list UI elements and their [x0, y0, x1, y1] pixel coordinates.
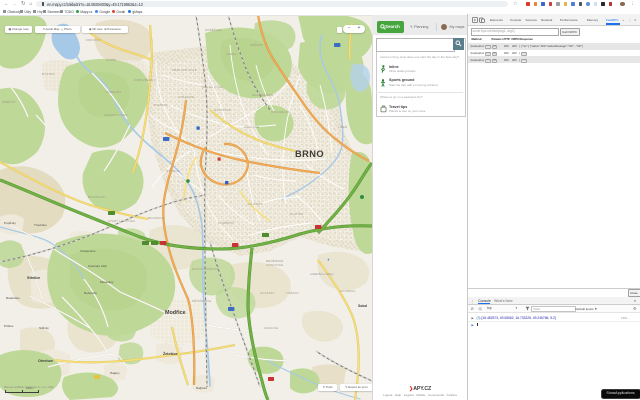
- svg-text:Moravany: Moravany: [100, 280, 114, 284]
- svg-text:KOMÁROV: KOMÁROV: [218, 221, 234, 225]
- svg-text:LESNÁ: LESNÁ: [226, 52, 236, 56]
- svg-text:SOBĚŠICE: SOBĚŠICE: [205, 27, 221, 32]
- svg-text:Ostopovice: Ostopovice: [80, 249, 96, 253]
- svg-text:KRÁLOVO POLE: KRÁLOVO POLE: [172, 68, 197, 72]
- svg-text:ŽIDENICE: ŽIDENICE: [244, 124, 259, 129]
- svg-text:Hajany: Hajany: [110, 371, 120, 375]
- svg-text:STRÁNICE: STRÁNICE: [178, 95, 194, 99]
- svg-text:ŠTÝŘICE: ŠTÝŘICE: [166, 168, 180, 173]
- svg-text:BOSONOHY: BOSONOHY: [88, 195, 106, 199]
- svg-text:STARÝ LÍSKOVEC: STARÝ LÍSKOVEC: [108, 219, 135, 223]
- svg-text:Modřice: Modřice: [165, 310, 186, 316]
- svg-text:Želešice: Želešice: [163, 351, 178, 356]
- svg-text:Nebovidy: Nebovidy: [84, 291, 97, 295]
- svg-text:BYSTRC: BYSTRC: [42, 72, 55, 76]
- svg-text:TUŘANY: TUŘANY: [286, 290, 299, 295]
- svg-text:CHRLICE: CHRLICE: [264, 326, 278, 330]
- svg-text:SLATINA: SLATINA: [290, 212, 303, 216]
- svg-text:HOLÁSKY: HOLÁSKY: [260, 291, 275, 295]
- svg-text:HUSOVICE: HUSOVICE: [214, 108, 231, 112]
- svg-text:PŘÍZŘENICE: PŘÍZŘENICE: [192, 298, 212, 303]
- svg-text:Prštice: Prštice: [4, 324, 14, 328]
- svg-text:Popůvky: Popůvky: [4, 221, 16, 225]
- svg-text:LÍŠEŇ: LÍŠEŇ: [338, 124, 347, 129]
- svg-text:OBŘANY: OBŘANY: [250, 42, 263, 47]
- svg-text:ŽEBĚTÍN: ŽEBĚTÍN: [2, 99, 16, 104]
- svg-text:ČERNÁ POLE: ČERNÁ POLE: [202, 84, 223, 89]
- svg-text:Střelice: Střelice: [27, 276, 40, 280]
- svg-text:Radostice: Radostice: [6, 296, 20, 300]
- svg-text:Sokol: Sokol: [358, 304, 367, 308]
- svg-text:DOLNÍ HERŠPICE: DOLNÍ HERŠPICE: [192, 266, 219, 271]
- svg-text:DVORSKA: DVORSKA: [340, 289, 356, 293]
- svg-text:KOMÍN: KOMÍN: [106, 58, 116, 62]
- svg-text:PISÁRKY: PISÁRKY: [154, 103, 168, 107]
- svg-text:KOHOUTOVICE: KOHOUTOVICE: [104, 113, 128, 117]
- svg-text:ŽABOVŘESKY: ŽABOVŘESKY: [134, 77, 156, 82]
- svg-text:BOHUNICE: BOHUNICE: [148, 216, 165, 220]
- svg-text:Silůvky: Silůvky: [39, 326, 49, 330]
- svg-text:Letiště Brno-Tuřany: Letiště Brno-Tuřany: [310, 272, 334, 276]
- svg-text:✈: ✈: [327, 258, 330, 262]
- svg-text:JUNDROV: JUNDROV: [106, 90, 121, 94]
- svg-text:JULIÁNOV: JULIÁNOV: [247, 202, 263, 206]
- svg-text:Ořechov: Ořechov: [38, 359, 54, 363]
- svg-text:Troubsko: Troubsko: [34, 223, 47, 227]
- svg-text:VINOHRADY: VINOHRADY: [271, 110, 290, 114]
- svg-text:MALOMĚŘICE: MALOMĚŘICE: [252, 92, 273, 97]
- svg-text:BRNO: BRNO: [295, 149, 324, 159]
- svg-text:KNÍNIČKY: KNÍNIČKY: [86, 37, 101, 42]
- svg-text:Anenský mlýn: Anenský mlýn: [88, 264, 108, 268]
- svg-text:Rajhrad: Rajhrad: [196, 386, 207, 390]
- svg-text:IVANOVICE: IVANOVICE: [266, 263, 283, 267]
